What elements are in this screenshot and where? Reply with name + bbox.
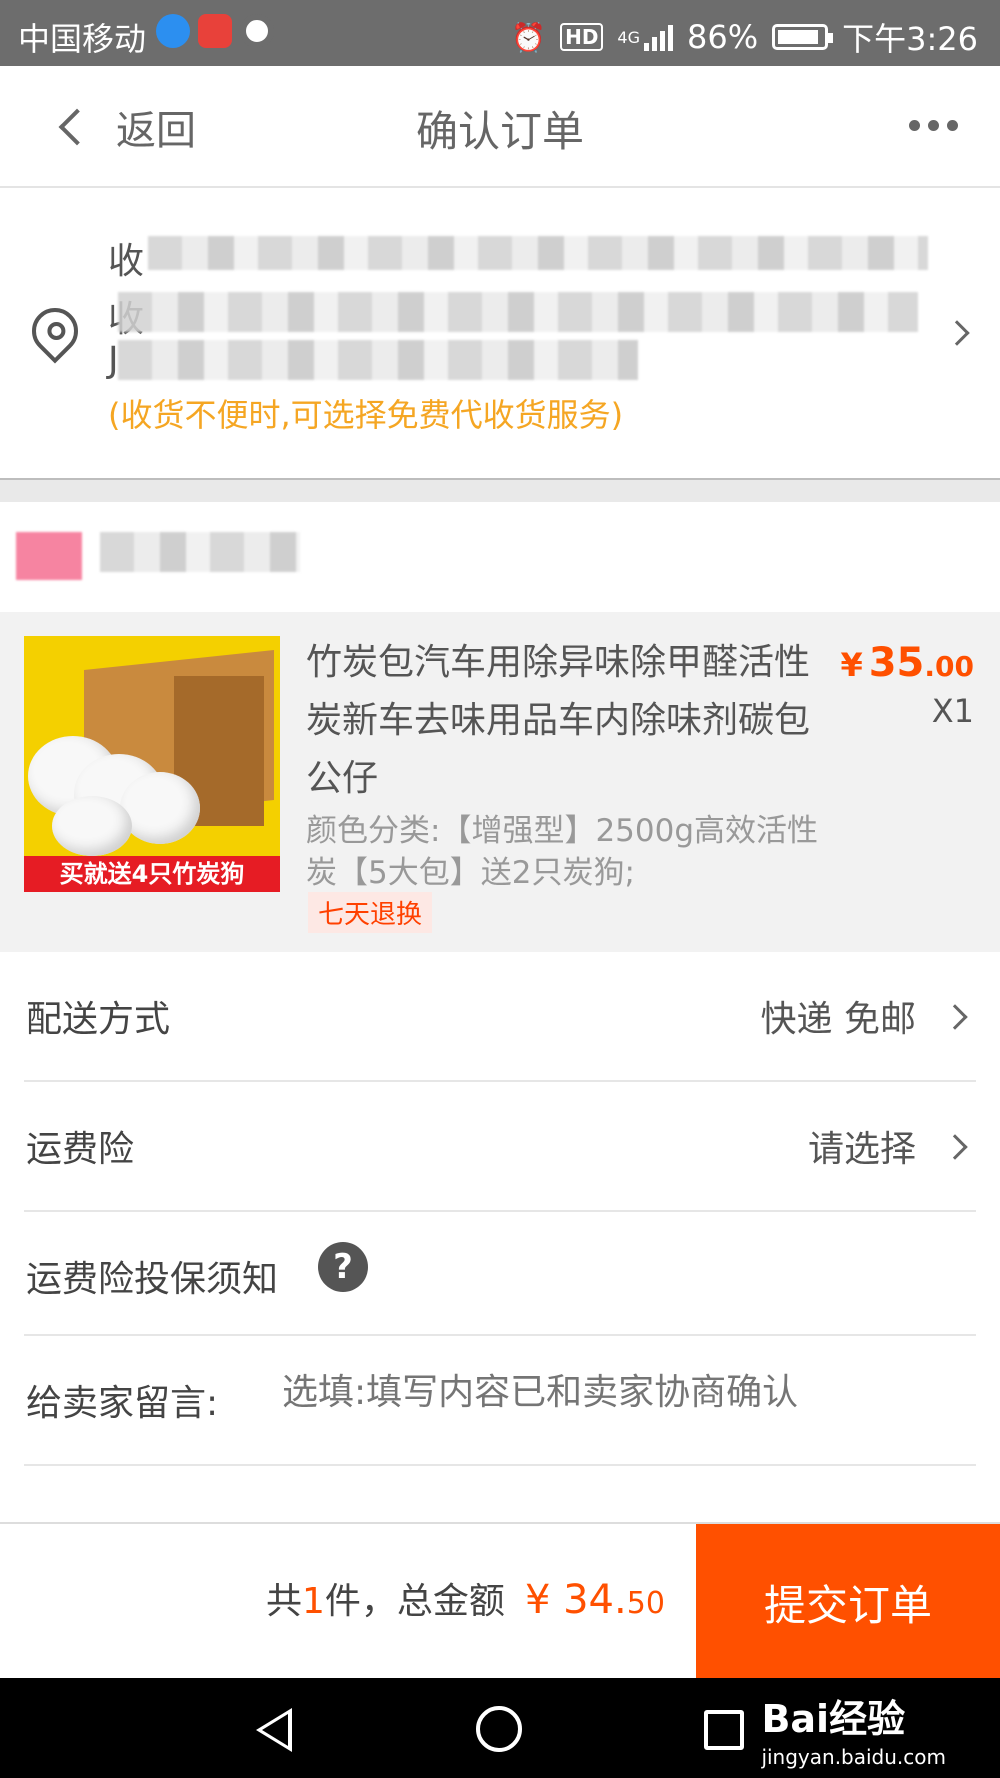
address-redacted — [118, 292, 918, 332]
product-image: 买就送4只竹炭狗 — [24, 636, 280, 892]
proxy-delivery-note: (收货不便时,可选择免费代收货服务) — [108, 396, 624, 434]
notification-icons — [156, 14, 274, 48]
nav-back-icon[interactable] — [256, 1708, 292, 1752]
taobao-app-icon — [198, 14, 232, 48]
insurance-label: 运费险 — [26, 1129, 135, 1170]
delivery-label: 配送方式 — [26, 999, 171, 1040]
address-line3-redacted — [118, 340, 638, 380]
chevron-right-icon — [942, 1134, 968, 1160]
battery-percent: 86% — [687, 18, 759, 56]
checkout-bar: 共1件，总金额 ¥ 34.50 提交订单 — [0, 1522, 1000, 1680]
shop-header[interactable] — [0, 502, 1000, 610]
delivery-method-row[interactable]: 配送方式 快递 免邮 — [24, 952, 976, 1082]
return-policy-badge: 七天退换 — [308, 892, 433, 933]
status-bar: 中国移动 ⏰ HD 4G 86% 下午3:26 — [0, 0, 1000, 66]
browser-app-icon — [156, 14, 190, 48]
chevron-right-icon — [942, 1004, 968, 1030]
item-count: 1 — [302, 1581, 325, 1622]
recipient-redacted — [148, 236, 928, 270]
product-quantity: X1 — [931, 692, 974, 730]
recipient-label: 收 — [108, 241, 145, 282]
more-menu-icon[interactable] — [909, 120, 958, 131]
battery-icon — [772, 24, 834, 50]
qq-app-icon — [240, 14, 274, 48]
baidu-jingyan-watermark: Bai经验 jingyan.baidu.com — [761, 1697, 946, 1769]
insurance-notice-row: 运费险投保须知 ? — [24, 1212, 976, 1336]
system-navigation-bar: Bai经验 jingyan.baidu.com — [0, 1678, 1000, 1778]
section-divider — [0, 478, 1000, 502]
navigation-bar: 返回 确认订单 — [0, 66, 1000, 188]
product-title: 竹炭包汽车用除异味除甲醛活性炭新车去味用品车内除味剂碳包公仔 — [306, 642, 811, 799]
product-image-banner: 买就送4只竹炭狗 — [24, 856, 280, 892]
carrier-name: 中国移动 — [18, 20, 147, 58]
hd-icon: HD — [560, 23, 604, 51]
alarm-icon: ⏰ — [511, 20, 547, 54]
product-sku: 颜色分类:【增强型】2500g高效活性炭【5大包】送2只炭狗; — [306, 813, 819, 891]
shop-icon — [16, 532, 82, 580]
insurance-value: 请选择 — [807, 1129, 916, 1170]
product-price: ¥35.00 — [840, 640, 974, 686]
page-title: 确认订单 — [415, 107, 584, 156]
order-total: 共1件，总金额 ¥ 34.50 — [266, 1577, 665, 1623]
shop-name-redacted — [100, 532, 300, 572]
insurance-notice-label: 运费险投保须知 — [26, 1259, 279, 1300]
message-label: 给卖家留言: — [26, 1383, 219, 1424]
seller-message-input[interactable] — [282, 1372, 922, 1413]
submit-order-button[interactable]: 提交订单 — [696, 1524, 1000, 1680]
help-icon[interactable]: ? — [318, 1242, 368, 1292]
delivery-value: 快递 免邮 — [760, 999, 916, 1040]
nav-home-icon[interactable] — [476, 1706, 522, 1752]
product-item[interactable]: 买就送4只竹炭狗 竹炭包汽车用除异味除甲醛活性炭新车去味用品车内除味剂碳包公仔 … — [0, 612, 1000, 952]
clock: 下午3:26 — [842, 20, 978, 58]
location-pin-icon — [22, 298, 88, 364]
network-type: 4G — [617, 27, 640, 47]
total-amount: ¥ 34.50 — [524, 1577, 665, 1623]
signal-icon — [644, 23, 673, 51]
shipping-insurance-row[interactable]: 运费险 请选择 — [24, 1082, 976, 1212]
nav-recent-apps-icon[interactable] — [704, 1710, 744, 1750]
chevron-right-icon — [944, 320, 970, 346]
seller-message-row: 给卖家留言: — [24, 1336, 976, 1466]
shipping-address-section[interactable]: 收 收 J (收货不便时,可选择免费代收货服务) — [0, 190, 1000, 478]
